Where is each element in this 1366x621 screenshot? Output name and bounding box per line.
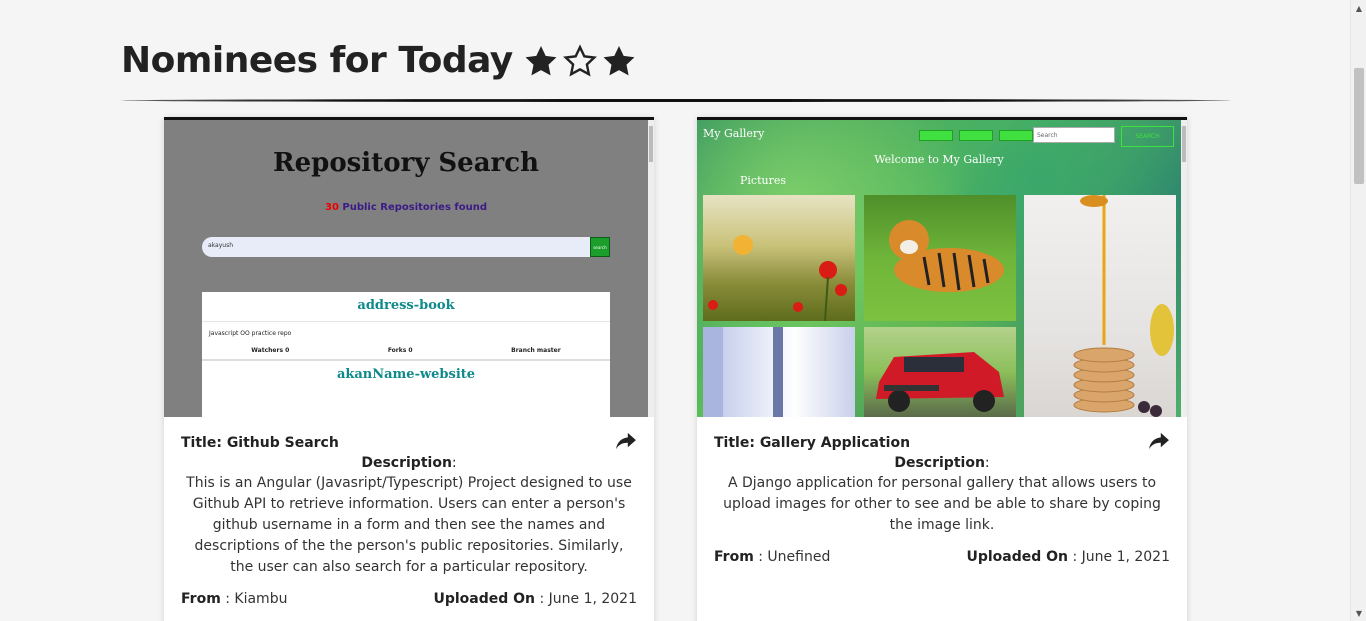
project-preview[interactable]: My Gallery Search SEARCH Welcome to My G…: [697, 120, 1187, 417]
preview-scrollbar[interactable]: [1181, 120, 1187, 417]
card-body: Title: Github Search Description: This i…: [164, 432, 654, 607]
preview-count: 30 Public Repositories found: [164, 202, 648, 213]
preview-screenshot: My Gallery Search SEARCH Welcome to My G…: [697, 120, 1187, 417]
scrollbar-thumb[interactable]: [1354, 68, 1364, 184]
project-preview[interactable]: Repository Search 30 Public Repositories…: [164, 120, 654, 417]
preview-nav: [919, 130, 1033, 141]
preview-repo-description: Javascript OO practice repo: [209, 330, 292, 337]
scroll-down-icon[interactable]: ▼: [1351, 605, 1366, 621]
description-label: Description:: [894, 455, 990, 471]
heading-divider: [121, 99, 1231, 102]
share-icon[interactable]: [615, 432, 637, 450]
photo-pancakes: [1024, 195, 1176, 417]
photo-poppies: [703, 195, 855, 321]
photo-tiger: [864, 195, 1016, 321]
share-icon[interactable]: [1148, 432, 1170, 450]
card-title: Title: Github Search: [181, 435, 339, 451]
photo-window: [703, 327, 855, 417]
page-title: Nominees for Today: [121, 40, 513, 81]
card-from: From : Unefined: [714, 549, 831, 565]
card-title-prefix: Title:: [181, 435, 222, 451]
preview-repo-watchers: Watchers 0: [251, 347, 290, 354]
preview-search-button: search: [590, 237, 610, 257]
preview-search-button: SEARCH: [1121, 126, 1174, 147]
preview-repo-forks: Forks 0: [387, 347, 413, 354]
card-description: This is an Angular (Javasript/Typescript…: [186, 475, 632, 575]
star-outline-icon: [562, 43, 597, 76]
card-uploaded: Uploaded On : June 1, 2021: [966, 549, 1170, 565]
preview-repo-name: address-book: [202, 292, 610, 322]
preview-search-input: akayush: [202, 237, 610, 257]
preview-count-text: Public Repositories found: [342, 202, 487, 213]
preview-welcome: Welcome to My Gallery: [874, 153, 1004, 166]
preview-count-number: 30: [324, 202, 339, 213]
project-card: My Gallery Search SEARCH Welcome to My G…: [697, 117, 1187, 621]
card-meta: From : Unefined Uploaded On : June 1, 20…: [714, 549, 1170, 565]
card-title-row: Title: Github Search: [181, 432, 637, 451]
page: Nominees for Today Repository Search 30 …: [0, 0, 1366, 621]
preview-repo-stats: Watchers 0 Forks 0 Branch master: [202, 347, 610, 361]
rating-stars: [523, 43, 637, 79]
preview-heading: Repository Search: [273, 148, 539, 178]
scroll-up-icon[interactable]: ▲: [1351, 0, 1366, 16]
preview-repo-name: akanName-website: [336, 367, 476, 382]
card-description: A Django application for personal galler…: [723, 475, 1161, 533]
project-card: Repository Search 30 Public Repositories…: [164, 117, 654, 621]
preview-screenshot: Repository Search 30 Public Repositories…: [164, 120, 654, 417]
card-title-prefix: Title:: [714, 435, 755, 451]
page-heading: Nominees for Today: [121, 40, 637, 81]
card-body: Title: Gallery Application Description: …: [697, 432, 1187, 565]
star-filled-icon: [525, 45, 557, 75]
preview-brand: My Gallery: [703, 127, 765, 140]
preview-repo-branch: Branch master: [511, 347, 561, 354]
photo-red-car: [864, 327, 1016, 417]
star-filled-icon: [603, 45, 635, 75]
page-scrollbar[interactable]: ▲ ▼: [1350, 0, 1366, 621]
card-title-text: Gallery Application: [759, 435, 911, 451]
description-label: Description:: [361, 455, 457, 471]
card-title-row: Title: Gallery Application: [714, 432, 1170, 451]
preview-section-title: Pictures: [740, 174, 786, 187]
card-from: From : Kiambu: [181, 591, 288, 607]
card-meta: From : Kiambu Uploaded On : June 1, 2021: [181, 591, 637, 607]
preview-repo-list: address-book Javascript OO practice repo…: [202, 292, 610, 417]
card-title-text: Github Search: [226, 435, 339, 451]
card-uploaded: Uploaded On : June 1, 2021: [433, 591, 637, 607]
preview-search-input: Search: [1033, 127, 1115, 143]
preview-scrollbar[interactable]: [648, 120, 654, 417]
card-title: Title: Gallery Application: [714, 435, 910, 451]
